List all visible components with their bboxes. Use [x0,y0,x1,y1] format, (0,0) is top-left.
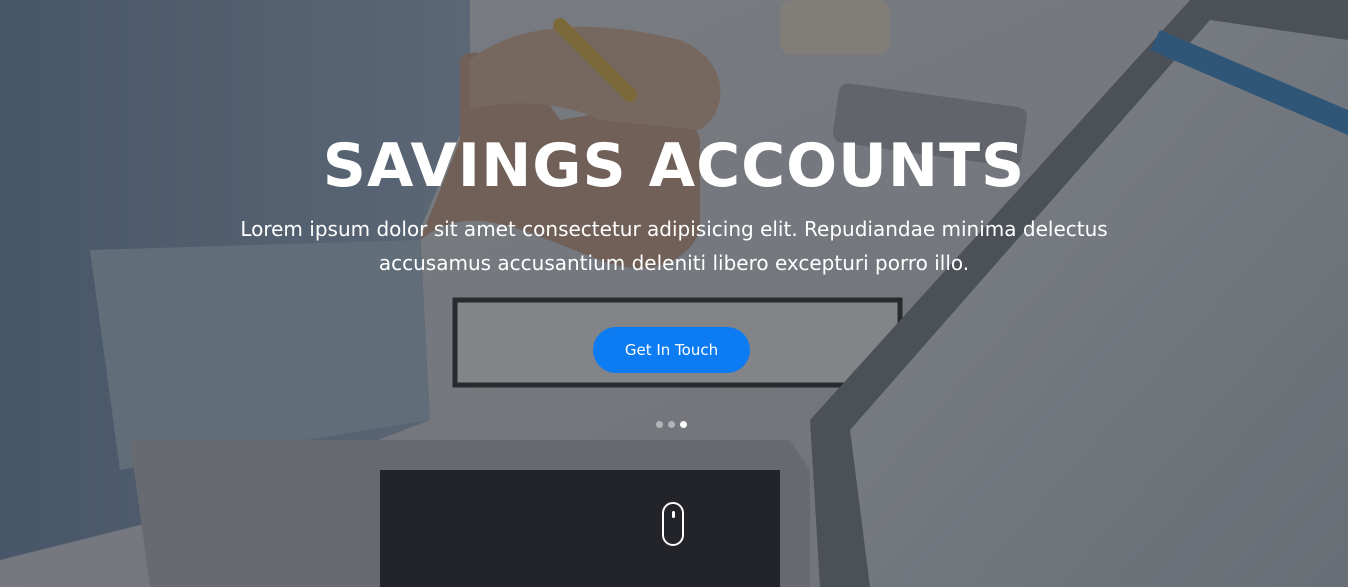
slider-dot-2[interactable] [668,421,675,428]
mouse-scroll-icon[interactable] [662,502,684,546]
hero-section: SAVINGS ACCOUNTS Lorem ipsum dolor sit a… [0,0,1348,587]
get-in-touch-button[interactable]: Get In Touch [593,327,750,373]
hero-content: SAVINGS ACCOUNTS Lorem ipsum dolor sit a… [0,0,1348,587]
hero-subtitle: Lorem ipsum dolor sit amet consectetur a… [240,217,1108,275]
slider-pagination [656,421,687,429]
slider-dot-3[interactable] [680,421,687,428]
hero-title: SAVINGS ACCOUNTS [322,131,1026,201]
slider-dot-1[interactable] [656,421,663,428]
mouse-wheel [672,511,675,518]
